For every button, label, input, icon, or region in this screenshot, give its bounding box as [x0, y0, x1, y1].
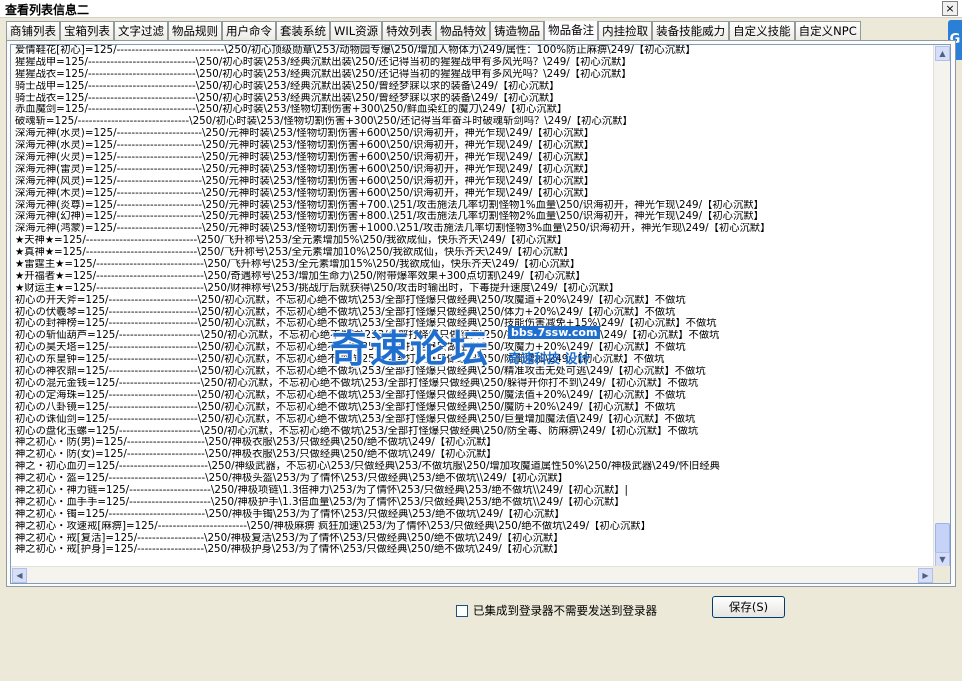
list-line: 初心の东皇钟=125/------------------------\250/… — [15, 354, 665, 366]
list-line: 神之初心・防(男)=125/---------------------\250/… — [15, 437, 497, 449]
list-line: 初心の神农鼎=125/------------------------\250/… — [15, 366, 706, 378]
list-line: 神之・初心血刃=125/------------------------\250… — [15, 461, 720, 473]
list-line: 神之初心・神力链=125/----------------------\250/… — [15, 484, 629, 496]
list-line: 赤血魔剑=125/-----------------------------\2… — [15, 104, 568, 116]
list-line: 深海元神(幻神)=125/-----------------------\250… — [15, 211, 764, 223]
list-line: 神之初心・血手手=125/----------------------\250/… — [15, 496, 625, 508]
tab-9[interactable]: 物品特效 — [436, 21, 491, 40]
integrated-checkbox-row[interactable]: 已集成到登录器不需要发送到登录器 — [456, 603, 657, 618]
tab-2[interactable]: 宝箱列表 — [60, 21, 114, 40]
list-line: 初心の封神榜=125/------------------------\250/… — [15, 318, 717, 330]
list-line: 神之初心・盔=125/--------------------------\25… — [15, 473, 569, 485]
list-line: ★财运主★=125/-----------------------------\… — [15, 282, 620, 294]
tab-12[interactable]: 内挂捡取 — [598, 21, 653, 40]
save-button[interactable]: 保存(S) — [712, 596, 785, 618]
list-line: 骑士战甲=125/-----------------------------\2… — [15, 80, 560, 92]
tab-1[interactable]: 商铺列表 — [6, 21, 60, 40]
list-line: 深海元神(火灵)=125/-----------------------\250… — [15, 152, 595, 164]
list-line: 初心の盘化玉螺=125/----------------------\250/初… — [15, 425, 699, 437]
tab-panel: 爱情鞋花[初心]=125/---------------------------… — [6, 40, 956, 587]
integrated-checkbox-label[interactable]: 已集成到登录器不需要发送到登录器 — [473, 604, 657, 618]
vertical-scroll-thumb[interactable] — [935, 523, 950, 553]
list-line: 深海元神(风灵)=125/-----------------------\250… — [15, 175, 595, 187]
list-line: 神之初心・攻速戒[麻痹]=125/-----------------------… — [15, 520, 651, 532]
list-line: ★开福者★=125/-----------------------------\… — [15, 270, 586, 282]
list-line: 猩猩战甲=125/-----------------------------\2… — [15, 56, 632, 68]
list-line: 破魂斩=125/------------------------------\2… — [15, 116, 633, 128]
list-line: 爱情鞋花[初心]=125/---------------------------… — [15, 45, 696, 56]
tab-10[interactable]: 铸造物品 — [490, 21, 545, 40]
scroll-down-icon[interactable]: ▼ — [935, 552, 950, 567]
list-line: 初心の昊天塔=125/------------------------\250/… — [15, 342, 686, 354]
tab-strip: 商铺列表 宝箱列表 文字过滤 物品规则 用户命令 套装系统 WIL资源 特效列表 物品特效 铸造物… — [6, 21, 946, 41]
list-line: 深海元神(炎尊)=125/-----------------------\250… — [15, 199, 764, 211]
tab-14[interactable]: 自定义技能 — [729, 21, 795, 40]
tab-6[interactable]: 套装系统 — [276, 21, 330, 40]
scroll-corner — [933, 566, 950, 583]
list-line: 神之初心・镯=125/--------------------------\25… — [15, 508, 565, 520]
list-line: 初心の诛仙剑=125/------------------------\250/… — [15, 413, 696, 425]
list-line: 神之初心・戒[复活]=125/------------------\250/神极… — [15, 532, 564, 544]
list-line: 深海元神(鸿蒙)=125/-----------------------\250… — [15, 223, 771, 235]
tab-15[interactable]: 自定义NPC — [794, 21, 861, 40]
close-button[interactable]: × — [942, 1, 958, 16]
list-line: 猩猩战衣=125/-----------------------------\2… — [15, 68, 632, 80]
tab-3[interactable]: 文字过滤 — [114, 21, 168, 40]
tab-8[interactable]: 特效列表 — [382, 21, 437, 40]
tab-4[interactable]: 物品规则 — [168, 21, 222, 40]
horizontal-scrollbar[interactable]: ◀ ▶ — [11, 566, 934, 583]
tab-11[interactable]: 物品备注 — [544, 21, 599, 40]
title-bar: 查看列表信息二 — [0, 0, 962, 18]
list-line: 初心の开天斧=125/------------------------\250/… — [15, 294, 686, 306]
list-lines: 爱情鞋花[初心]=125/---------------------------… — [15, 45, 929, 556]
list-line: 深海元神(水灵)=125/-----------------------\250… — [15, 140, 595, 152]
list-line: 初心の定海珠=125/------------------------\250/… — [15, 389, 686, 401]
list-line: ★天神★=125/------------------------------\… — [15, 235, 568, 247]
scroll-left-icon[interactable]: ◀ — [12, 568, 27, 583]
list-line: 神之初心・戒[护身]=125/------------------\250/神极… — [15, 544, 564, 556]
list-line: 初心の八卦镜=125/------------------------\250/… — [15, 401, 676, 413]
list-line: 深海元神(水灵)=125/-----------------------\250… — [15, 128, 595, 140]
scroll-right-icon[interactable]: ▶ — [918, 568, 933, 583]
list-line: ★真神★=125/------------------------------\… — [15, 247, 574, 259]
integrated-checkbox[interactable] — [456, 604, 468, 617]
list-line: ★雷霆主★=125/-----------------------------\… — [15, 259, 581, 271]
tab-13[interactable]: 装备技能威力 — [652, 21, 730, 40]
list-line: 深海元神(木灵)=125/-----------------------\250… — [15, 187, 595, 199]
list-line: 初心の伏羲琴=125/------------------------\250/… — [15, 306, 676, 318]
window-title: 查看列表信息二 — [5, 3, 90, 17]
vertical-scrollbar[interactable]: ▲ ▼ — [933, 45, 950, 568]
list-line: 神之初心・防(女)=125/---------------------\250/… — [15, 449, 497, 461]
list-line: 骑士战衣=125/-----------------------------\2… — [15, 92, 560, 104]
list-line: 初心の混元金钱=125/----------------------\250/初… — [15, 377, 699, 389]
scroll-up-icon[interactable]: ▲ — [935, 46, 950, 61]
list-line: 初心の斩仙葫芦=125/----------------------\250/初… — [15, 330, 720, 342]
list-line: 深海元神(雷灵)=125/-----------------------\250… — [15, 163, 595, 175]
tab-5[interactable]: 用户命令 — [222, 21, 276, 40]
item-notes-list[interactable]: 爱情鞋花[初心]=125/---------------------------… — [10, 44, 951, 584]
tab-7[interactable]: WIL资源 — [330, 21, 383, 40]
